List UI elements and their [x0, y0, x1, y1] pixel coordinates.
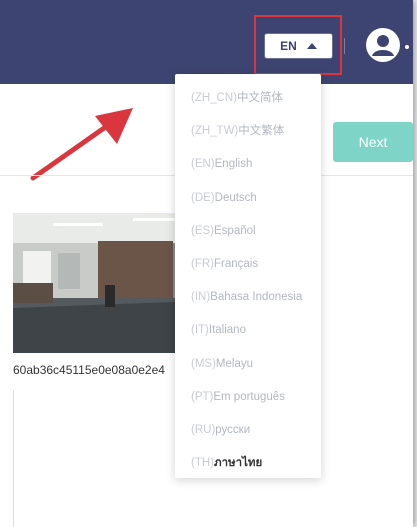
header-divider	[344, 38, 345, 54]
language-option-code: (ZH_TW)	[191, 125, 239, 138]
language-option[interactable]: (DE)Deutsch	[175, 182, 321, 215]
language-option-label: 中文简体	[237, 92, 283, 104]
language-option-label: Em português	[213, 390, 285, 403]
language-option-label: Bahasa Indonesia	[210, 291, 303, 304]
language-option-label: ภาษาไทย	[214, 457, 263, 470]
panel-border	[13, 390, 14, 527]
language-option-label: русски	[215, 423, 251, 436]
language-option-code: (ZH_CN)	[191, 92, 237, 104]
language-option-label: Deutsch	[214, 191, 257, 204]
language-option[interactable]: (ZH_TW)中文繁体	[175, 115, 321, 148]
language-option-label: Italiano	[208, 324, 246, 337]
top-bar: EN	[0, 0, 413, 84]
language-option[interactable]: (PT)Em português	[175, 381, 321, 414]
language-option[interactable]: (ZH_CN)中文简体	[175, 82, 321, 115]
language-option-code: (EN)	[191, 158, 215, 171]
language-option-label: Melayu	[215, 357, 253, 370]
language-option-code: (ES)	[191, 224, 214, 237]
language-code-label: EN	[280, 39, 297, 53]
language-switch-button[interactable]: EN	[264, 33, 333, 59]
language-option-code: (TH)	[191, 457, 214, 470]
language-option-code: (FR)	[191, 257, 214, 270]
language-option-code: (PT)	[191, 390, 214, 403]
asset-thumbnail[interactable]	[13, 213, 199, 353]
caret-up-icon	[306, 43, 317, 49]
menu-dot-icon[interactable]	[405, 45, 409, 49]
language-option-code: (IT)	[191, 324, 209, 337]
language-dropdown-menu: (ZH_CN)中文简体 (ZH_TW)中文繁体 (EN)English (DE)Deu…	[175, 74, 321, 478]
language-option[interactable]: (IT)Italiano	[175, 314, 321, 347]
language-option-label: English	[214, 158, 253, 171]
language-option-label: 中文繁体	[238, 125, 285, 138]
language-option-label: Español	[214, 224, 256, 237]
language-option[interactable]: (FR)Français	[175, 248, 321, 281]
arrow-icon	[30, 108, 133, 181]
language-option[interactable]: (MS)Melayu	[175, 348, 321, 381]
language-option[interactable]: (RU)русски	[175, 414, 321, 447]
language-option-code: (IN)	[191, 291, 211, 304]
language-option[interactable]: (EN)English	[175, 148, 321, 181]
language-option-code: (DE)	[191, 191, 215, 204]
user-circle-icon[interactable]	[365, 27, 401, 63]
language-option[interactable]: (IN)Bahasa Indonesia	[175, 281, 321, 314]
language-option-label: Français	[214, 257, 259, 270]
language-option-code: (RU)	[191, 423, 216, 436]
next-button[interactable]: Next	[333, 122, 413, 162]
language-option[interactable]: (TH)ภาษาไทย	[175, 447, 321, 480]
language-option[interactable]: (ES)Español	[175, 215, 321, 248]
app-window: EN Next 60ab36c45115e0e08a0e2e4 (ZH_CN)中…	[0, 0, 413, 527]
language-option-code: (MS)	[191, 357, 216, 370]
